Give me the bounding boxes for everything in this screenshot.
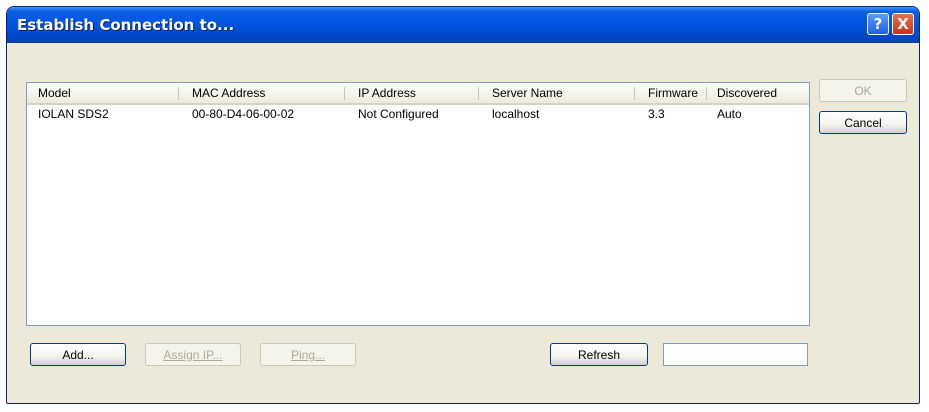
title-bar[interactable]: Establish Connection to... ? X bbox=[7, 7, 919, 43]
column-header-firmware[interactable]: Firmware bbox=[648, 86, 698, 100]
column-header-ip-address[interactable]: IP Address bbox=[358, 86, 416, 100]
cell-firmware: 3.3 bbox=[648, 107, 665, 121]
assign-ip-button[interactable]: Assign IP... bbox=[145, 343, 241, 366]
refresh-button[interactable]: Refresh bbox=[550, 343, 648, 366]
cell-ip-address: Not Configured bbox=[358, 107, 439, 121]
column-header-model[interactable]: Model bbox=[38, 86, 71, 100]
add-button[interactable]: Add... bbox=[30, 343, 126, 366]
cell-discovered: Auto bbox=[717, 107, 742, 121]
column-divider[interactable] bbox=[706, 87, 707, 100]
device-list-header: Model MAC Address IP Address Server Name… bbox=[27, 83, 809, 105]
column-header-mac-address[interactable]: MAC Address bbox=[192, 86, 265, 100]
column-header-server-name[interactable]: Server Name bbox=[492, 86, 563, 100]
cell-mac-address: 00-80-D4-06-00-02 bbox=[192, 107, 295, 121]
device-list[interactable]: Model MAC Address IP Address Server Name… bbox=[26, 82, 810, 326]
add-button-label: Add... bbox=[62, 347, 94, 362]
cancel-button[interactable]: Cancel bbox=[819, 111, 907, 134]
column-divider[interactable] bbox=[634, 87, 635, 100]
dialog-title: Establish Connection to... bbox=[17, 16, 235, 34]
help-icon: ? bbox=[873, 15, 883, 33]
connection-dialog: Establish Connection to... ? X Model MAC… bbox=[6, 6, 920, 404]
table-row[interactable]: IOLAN SDS2 00-80-D4-06-00-02 Not Configu… bbox=[27, 106, 809, 124]
refresh-button-label: Refresh bbox=[577, 347, 621, 362]
assign-ip-button-label: Assign IP... bbox=[163, 347, 223, 362]
cell-model: IOLAN SDS2 bbox=[38, 107, 109, 121]
cell-server-name: localhost bbox=[492, 107, 540, 121]
help-button[interactable]: ? bbox=[867, 13, 889, 35]
column-divider[interactable] bbox=[344, 87, 345, 100]
ok-button[interactable]: OK bbox=[819, 79, 907, 102]
ping-button[interactable]: Ping... bbox=[260, 343, 356, 366]
ping-button-label: Ping... bbox=[290, 347, 326, 362]
close-icon: X bbox=[897, 15, 909, 33]
column-header-discovered[interactable]: Discovered bbox=[717, 86, 777, 100]
column-divider[interactable] bbox=[178, 87, 179, 100]
status-field bbox=[663, 343, 808, 366]
column-divider[interactable] bbox=[478, 87, 479, 100]
close-button[interactable]: X bbox=[892, 13, 914, 35]
